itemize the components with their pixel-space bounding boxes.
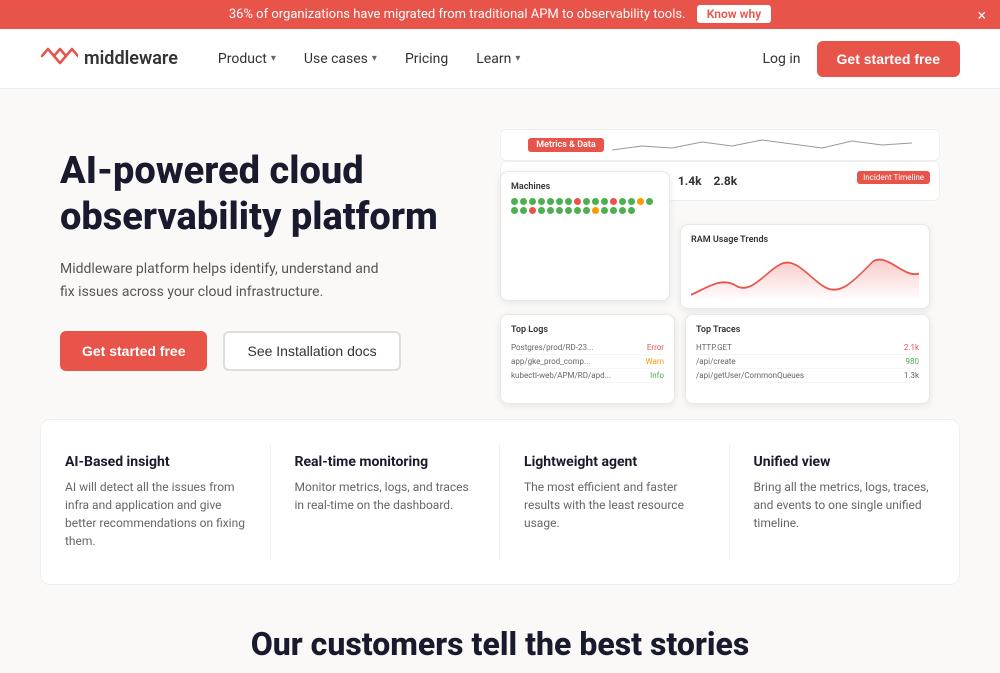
logo-text: middleware [84, 48, 178, 69]
feature-ai-insight: AI-Based insight AI will detect all the … [41, 444, 271, 560]
machine-dot [583, 207, 590, 214]
hero-section: AI-powered cloud observability platform … [0, 89, 1000, 409]
machine-dot [601, 207, 608, 214]
machine-dot [601, 198, 608, 205]
chevron-down-icon: ▾ [372, 53, 377, 64]
machine-dot [619, 207, 626, 214]
logs-card: Top Logs Postgres/prod/RD-23...Error app… [500, 314, 675, 404]
machine-dot [574, 207, 581, 214]
metrics-tag: Metrics & Data [528, 138, 604, 152]
machine-dots [511, 198, 659, 214]
ram-sparkline [691, 251, 919, 301]
machines-title: Machines [511, 182, 659, 192]
banner-cta[interactable]: Know why [697, 5, 771, 23]
feature-realtime: Real-time monitoring Monitor metrics, lo… [271, 444, 501, 560]
feature-description: The most efficient and faster results wi… [524, 478, 705, 532]
machine-dot [628, 207, 635, 214]
feature-description: AI will detect all the issues from infra… [65, 478, 246, 550]
feature-description: Monitor metrics, logs, and traces in rea… [295, 478, 476, 514]
metrics-bar: Metrics & Data [500, 129, 940, 161]
stat-v4: 1.4k [678, 174, 702, 188]
machine-dot [529, 207, 536, 214]
nav-learn[interactable]: Learn ▾ [476, 51, 520, 67]
logo[interactable]: middleware [40, 45, 178, 73]
hero-cta-primary[interactable]: Get started free [60, 331, 207, 371]
machine-dot [520, 207, 527, 214]
machine-dot [583, 198, 590, 205]
hero-content: AI-powered cloud observability platform … [60, 129, 480, 371]
customers-title: Our customers tell the best stories [40, 625, 960, 663]
machine-dot [538, 198, 545, 205]
customers-section: Our customers tell the best stories [0, 595, 1000, 673]
banner-close-button[interactable]: × [977, 5, 986, 24]
machine-dot [592, 207, 599, 214]
ram-card-title: RAM Usage Trends [691, 235, 919, 245]
machine-dot [556, 198, 563, 205]
nav-pricing[interactable]: Pricing [405, 51, 448, 67]
machine-dot [511, 207, 518, 214]
machine-dot [574, 198, 581, 205]
traces-title: Top Traces [696, 325, 919, 335]
hero-cta-secondary[interactable]: See Installation docs [223, 331, 400, 371]
machine-dot [538, 207, 545, 214]
feature-description: Bring all the metrics, logs, traces, and… [754, 478, 936, 532]
hero-title: AI-powered cloud observability platform [60, 149, 480, 240]
incident-badge: Incident Timeline [857, 171, 930, 184]
machine-dot [556, 207, 563, 214]
logs-title: Top Logs [511, 325, 664, 335]
stat-v5: 2.8k [714, 174, 738, 188]
machine-dot [592, 198, 599, 205]
dashboard-preview: Metrics & Data Incident Timeline 2x 9.2k… [500, 129, 940, 389]
traces-card: Top Traces HTTP.GET2.1k /api/create980 /… [685, 314, 930, 404]
machine-dot [547, 207, 554, 214]
machine-dot [637, 198, 644, 205]
logo-icon [40, 45, 78, 73]
banner-text: 36% of organizations have migrated from … [229, 7, 686, 22]
machines-card: Machines [500, 171, 670, 301]
nav-product[interactable]: Product ▾ [218, 51, 276, 67]
machine-dot [520, 198, 527, 205]
nav-use-cases[interactable]: Use cases ▾ [304, 51, 377, 67]
log-row: app/gke_prod_comp...Warn [511, 355, 664, 369]
announcement-banner: 36% of organizations have migrated from … [0, 0, 1000, 29]
nav-cta-button[interactable]: Get started free [817, 41, 960, 77]
machine-dot [511, 198, 518, 205]
nav-actions: Log in Get started free [763, 41, 960, 77]
ram-usage-card: RAM Usage Trends [680, 224, 930, 309]
trace-row: /api/create980 [696, 355, 919, 369]
chevron-down-icon: ▾ [271, 53, 276, 64]
machine-dot [565, 207, 572, 214]
feature-title: Unified view [754, 454, 936, 470]
machine-dot [547, 198, 554, 205]
feature-unified: Unified view Bring all the metrics, logs… [730, 444, 960, 560]
machine-dot [610, 207, 617, 214]
login-link[interactable]: Log in [763, 51, 801, 67]
features-section: AI-Based insight AI will detect all the … [40, 419, 960, 585]
machine-dot [646, 198, 653, 205]
feature-lightweight: Lightweight agent The most efficient and… [500, 444, 730, 560]
machine-dot [619, 198, 626, 205]
machine-dot [529, 198, 536, 205]
hero-buttons: Get started free See Installation docs [60, 331, 480, 371]
machine-dot [610, 198, 617, 205]
main-nav: middleware Product ▾ Use cases ▾ Pricing… [0, 29, 1000, 89]
trace-row: HTTP.GET2.1k [696, 341, 919, 355]
feature-title: Real-time monitoring [295, 454, 476, 470]
trace-row: /api/getUser/CommonQueues1.3k [696, 369, 919, 383]
log-row: Postgres/prod/RD-23...Error [511, 341, 664, 355]
chevron-down-icon: ▾ [515, 53, 520, 64]
hero-description: Middleware platform helps identify, unde… [60, 258, 380, 303]
machine-dot [628, 198, 635, 205]
machine-dot [565, 198, 572, 205]
nav-links: Product ▾ Use cases ▾ Pricing Learn ▾ [218, 51, 763, 67]
feature-title: Lightweight agent [524, 454, 705, 470]
log-row: kubectl-web/APM/RD/apd...Info [511, 369, 664, 383]
feature-title: AI-Based insight [65, 454, 246, 470]
